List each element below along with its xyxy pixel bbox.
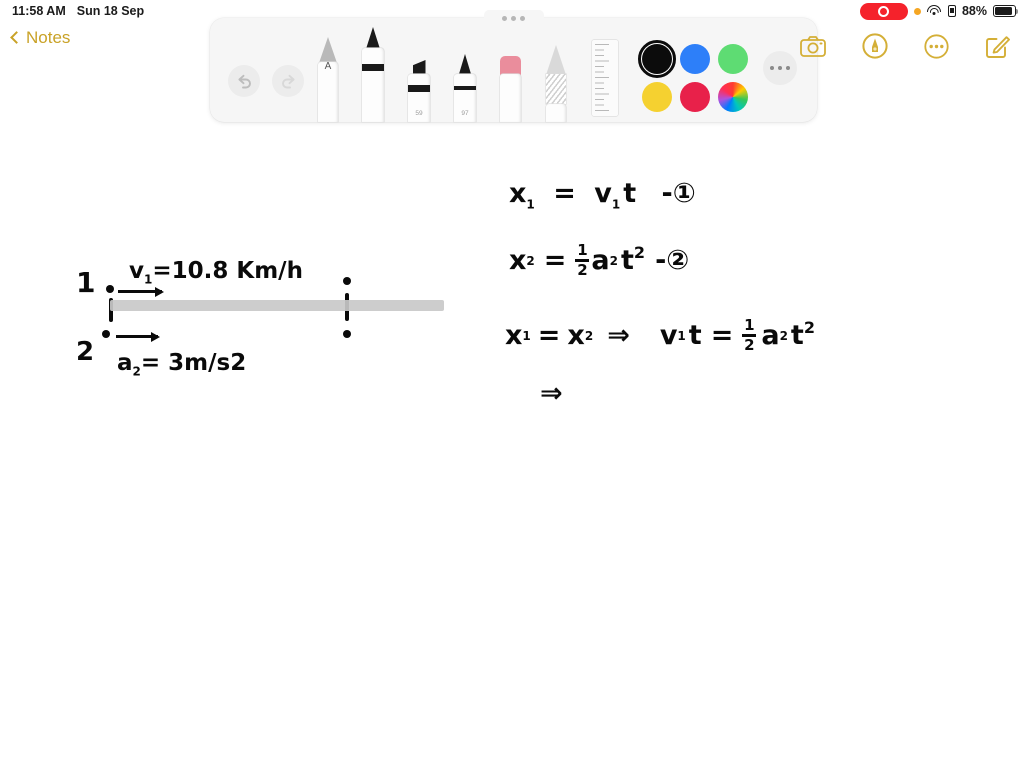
undo-button[interactable] [228,65,260,97]
redo-button[interactable] [272,65,304,97]
equation-1: x1 = v1 t -① [509,178,696,211]
battery-small-icon [947,5,956,17]
eq3-frac-denominator: 2 [744,335,755,354]
eq3-right-power: 2 [803,318,815,337]
status-bar-right: 88% [859,2,1024,20]
eq1-lhs: x [509,178,527,209]
highlighter-stroke [110,300,444,311]
acceleration-arrow [116,335,158,338]
chevron-left-icon [10,31,23,44]
color-red[interactable] [680,82,710,112]
eq2-rhs-sub: 2 [609,253,618,268]
diagram-dot-end-bottom [343,330,351,338]
diagram-label-2: 2 [76,337,95,367]
eq2-rhs-rest: t [621,245,634,277]
back-button-label: Notes [26,28,71,47]
velocity-value: =10.8 Km/h [152,258,303,284]
eq3-lhs-sub: 1 [522,328,531,343]
eq3-right-lhs-sub: 1 [677,328,686,343]
eq2-lhs: x [509,245,527,277]
screen-recording-pill[interactable] [859,2,908,20]
acceleration-symbol: a [117,350,133,376]
eq2-rhs: a [591,245,610,277]
more-icon[interactable] [924,33,949,59]
velocity-symbol: v [129,258,144,284]
battery-percent: 88% [961,4,987,18]
nav-actions [800,33,1010,59]
eq1-rhs-rest: t [623,178,637,209]
eq2-fraction: 1 2 [575,241,590,279]
eq3-rhs: x [567,320,585,352]
velocity-annotation: v1=10.8 Km/h [129,258,303,287]
privacy-dot-icon [913,7,921,15]
eq2-tag: -② [655,245,690,277]
equation-2: x2 = 1 2 a2t2 -② [509,241,690,279]
eq2-frac-numerator: 1 [577,241,588,259]
color-yellow[interactable] [642,82,672,112]
navigation-bar: Notes [0,24,1024,68]
acceleration-annotation: a2= 3m/s2 [117,350,246,379]
eq3-right-rhs-sub: 2 [779,328,788,343]
note-canvas[interactable]: 1 2 v1=10.8 Km/h a2= 3m/s2 x1 = v1 t -① x… [0,130,1024,768]
eq1-rhs: v [594,178,612,209]
highlighter-size-label: 59 [415,110,423,117]
eq2-equals: = [543,245,567,277]
eq3-rhs-sub: 2 [584,328,594,343]
eq3-right-rest: t [688,320,702,352]
highlighter-tool[interactable]: 59 [408,60,430,122]
eq1-equals: = [553,178,576,209]
eq3-right-rhs-rest: t [790,320,804,352]
eq3-equals: = [537,320,561,352]
eq2-frac-denominator: 2 [577,260,588,279]
eq3-lhs: x [505,320,523,352]
markup-icon[interactable] [862,33,888,59]
velocity-arrow [118,290,162,293]
diagram-dot-start-bottom [102,330,110,338]
battery-icon [993,5,1019,17]
eq1-lhs-sub: 1 [526,197,535,212]
eq3-right-equals: = [710,320,734,352]
undo-redo-group [228,65,304,97]
diagram-dot-end-top [343,277,351,285]
eq3-frac-numerator: 1 [744,316,755,334]
eq2-lhs-sub: 2 [526,253,535,268]
status-date: Sun 18 Sep [76,4,145,18]
eq1-tag: -① [661,178,696,209]
equation-4: ⇒ [540,378,563,409]
record-icon [878,5,890,17]
acceleration-subscript: 2 [132,364,141,379]
eq2-rhs-power: 2 [633,243,646,262]
eq3-right-rhs: a [761,320,780,352]
marker-size-label: 97 [461,110,469,117]
wifi-icon [927,5,942,17]
status-time: 11:58 AM [12,4,66,18]
status-bar-left: 11:58 AM Sun 18 Sep [0,4,144,18]
camera-icon[interactable] [800,35,826,57]
eq3-right-lhs: v [659,320,678,352]
color-wheel[interactable] [718,82,748,112]
equation-3: x1 = x2 ⇒ v1t = 1 2 a2t2 [505,316,815,354]
compose-icon[interactable] [985,34,1010,59]
diagram-dot-start-top [106,285,114,293]
diagram-label-1: 1 [76,266,96,299]
eq3-fraction: 1 2 [742,316,757,354]
status-bar: 11:58 AM Sun 18 Sep 88% [0,0,1024,22]
eq1-rhs-sub: 1 [611,197,621,212]
acceleration-value: = 3m/s2 [140,350,247,376]
back-to-notes-button[interactable]: Notes [10,28,71,48]
eq3-implies: ⇒ [607,320,630,352]
